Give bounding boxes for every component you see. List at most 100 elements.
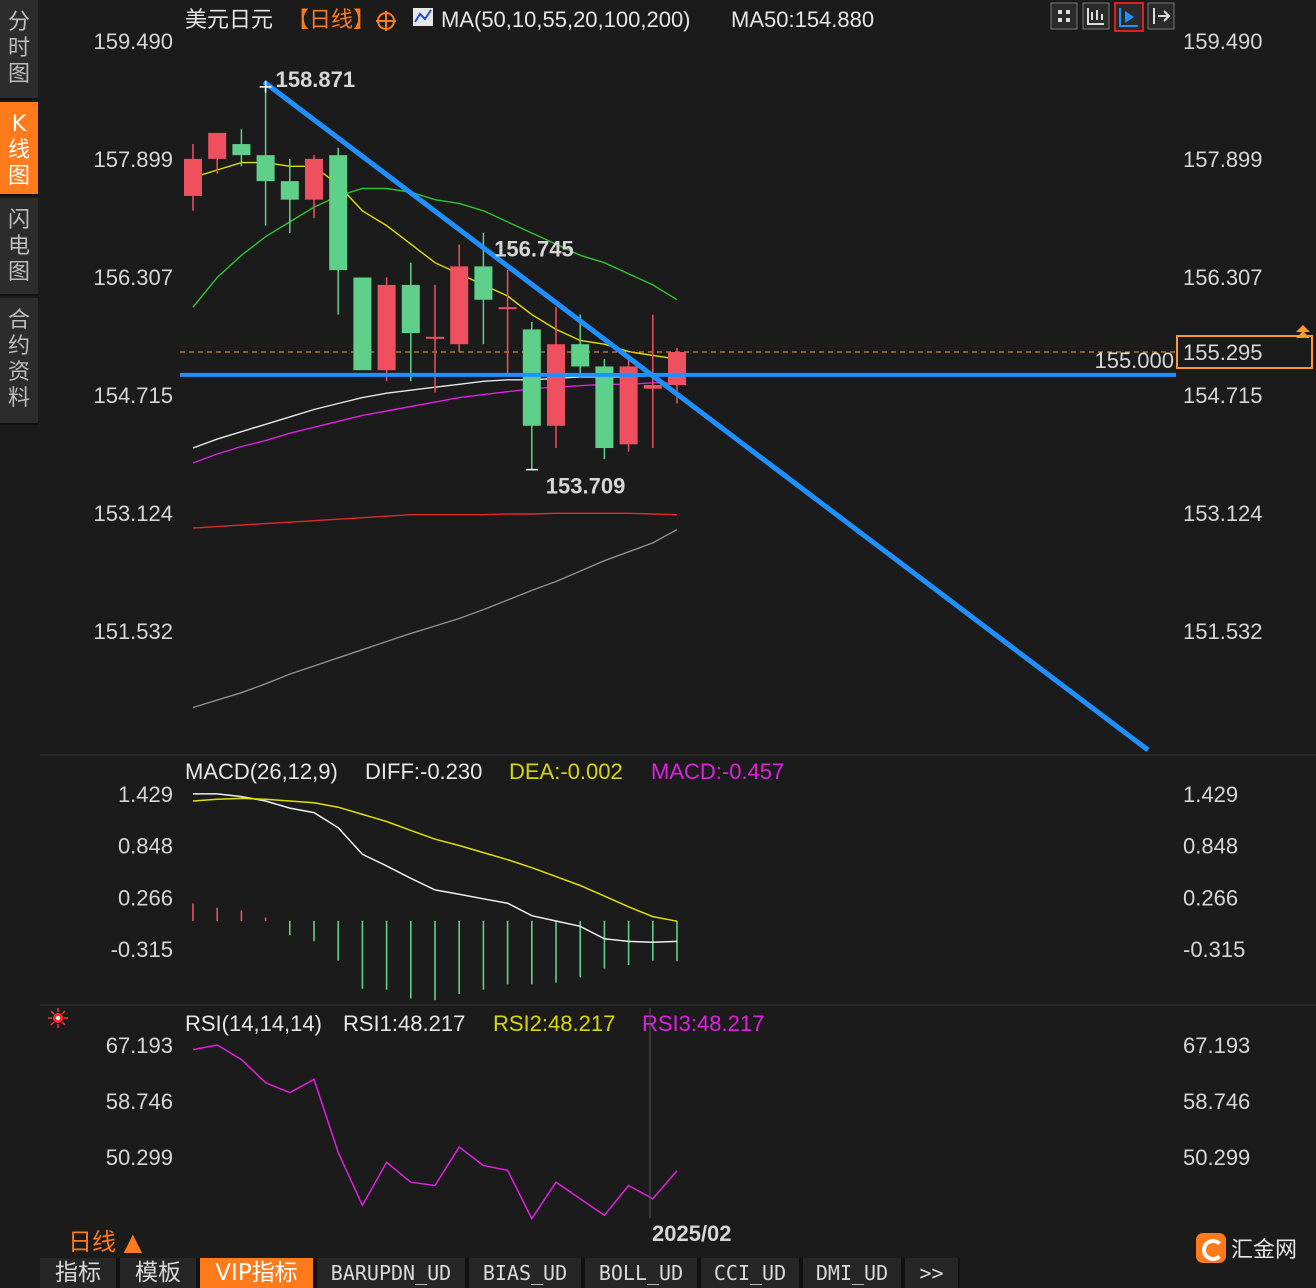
extreme-markers — [259, 80, 538, 471]
price-tick-right: 153.124 — [1183, 501, 1263, 526]
tab-more[interactable]: >> — [905, 1258, 960, 1288]
tab-dmi[interactable]: DMI_UD — [803, 1258, 903, 1288]
macd-dea-line — [192, 797, 678, 922]
candle-body — [547, 344, 565, 426]
symbol-title: 美元日元 — [185, 7, 273, 32]
candle-body — [571, 344, 590, 367]
price-tick-right: 156.307 — [1183, 265, 1263, 290]
candlesticks — [184, 86, 686, 470]
logo-icon — [1196, 1233, 1226, 1263]
macd-dea: DEA:-0.002 — [509, 759, 623, 784]
tab-template[interactable]: 模板 — [120, 1258, 198, 1288]
candle — [232, 129, 251, 167]
tab-barupdn[interactable]: BARUPDN_UD — [317, 1258, 467, 1288]
high-label: 158.871 — [276, 67, 356, 92]
rsi-label: RSI(14,14,14) — [185, 1011, 322, 1036]
candle — [184, 144, 202, 211]
period-selector[interactable]: 日线 ▲ — [68, 1222, 142, 1257]
price-tick-right: 154.715 — [1183, 383, 1263, 408]
candle-body — [232, 144, 251, 156]
candle-body — [353, 277, 372, 371]
candle — [377, 277, 396, 382]
tab-bias[interactable]: BIAS_UD — [469, 1258, 583, 1288]
rsi-axis-right: 67.193 58.746 50.299 — [1183, 1033, 1250, 1170]
rsi-line — [192, 1044, 678, 1221]
candle-body — [377, 284, 396, 371]
rsi-axis-left: 67.193 58.746 50.299 — [106, 1033, 173, 1170]
candle — [401, 262, 420, 382]
price-tick-left: 151.532 — [93, 619, 173, 644]
candle — [522, 321, 541, 470]
price-tick-left: 159.490 — [93, 29, 173, 54]
macd-tick-right: 0.848 — [1183, 834, 1238, 859]
candle — [547, 307, 565, 449]
ma50-value: MA50:154.880 — [731, 7, 874, 32]
rsi1-value: RSI1:48.217 — [343, 1011, 465, 1036]
logo-name: 汇金网 — [1231, 1238, 1298, 1263]
candle — [305, 155, 323, 219]
price-axis-left: 159.490 157.899 156.307 154.715 153.124 151.5… — [93, 29, 173, 644]
candle — [498, 270, 517, 374]
rsi-tick-left: 67.193 — [106, 1033, 173, 1058]
candle-body — [280, 181, 299, 200]
rsi3-value: RSI3:48.217 — [642, 1011, 764, 1036]
period-label: 日线 — [68, 1228, 116, 1256]
macd-tick-left: 0.266 — [118, 885, 173, 910]
candle — [280, 158, 299, 234]
brand-logo: 汇金网 — [1196, 1232, 1297, 1264]
grid-layout-icon[interactable] — [1050, 2, 1078, 30]
price-tick-right: 157.899 — [1183, 147, 1263, 172]
macd-label: MACD(26,12,9) — [185, 759, 338, 784]
candle — [256, 86, 275, 226]
chart-canvas[interactable]: 美元日元 【日线】 MA(50,10,55,20,100,200) MA50:1… — [0, 0, 1316, 1288]
macd-tick-left: -0.315 — [111, 937, 173, 962]
crosshair-toggle-icon[interactable] — [376, 11, 396, 31]
x-axis-month-label: 2025/02 — [652, 1221, 732, 1246]
candle-body — [256, 155, 275, 182]
price-tick-left: 157.899 — [93, 147, 173, 172]
downtrend-line[interactable] — [262, 80, 1150, 752]
candle-body — [184, 158, 202, 196]
toolbar — [1050, 2, 1175, 32]
ma-params: MA(50,10,55,20,100,200) — [441, 7, 691, 32]
candle-body — [305, 158, 323, 200]
current-price-value: 155.295 — [1183, 340, 1263, 365]
rsi-settings-icon[interactable] — [48, 1008, 68, 1028]
candle-body — [474, 266, 493, 300]
candle-body — [498, 307, 517, 310]
price-tick-right: 159.490 — [1183, 29, 1263, 54]
triangle-up-icon: ▲ — [123, 1228, 143, 1256]
candle-body — [595, 366, 614, 449]
macd-diff: DIFF:-0.230 — [365, 759, 482, 784]
macd-value: MACD:-0.457 — [651, 759, 784, 784]
indicator-settings-icon[interactable] — [413, 8, 433, 26]
macd-axis-right: 1.429 0.848 0.266 -0.315 — [1183, 782, 1245, 962]
rsi-tick-right: 50.299 — [1183, 1145, 1250, 1170]
tab-vip-indicator[interactable]: VIP指标 — [200, 1258, 315, 1288]
candle-body — [401, 284, 420, 334]
price-up-arrow-icon — [1296, 325, 1310, 339]
ma-line-5 — [192, 528, 678, 709]
period-tag[interactable]: 【日线】 — [287, 7, 375, 32]
tab-cci[interactable]: CCI_UD — [701, 1258, 801, 1288]
swing-high-label: 156.745 — [494, 237, 574, 262]
rsi-tick-right: 58.746 — [1183, 1089, 1250, 1114]
macd-tick-right: 0.266 — [1183, 885, 1238, 910]
candle-body — [329, 155, 348, 271]
macd-axis-left: 1.429 0.848 0.266 -0.315 — [111, 782, 173, 962]
macd-tick-right: -0.315 — [1183, 937, 1245, 962]
candle-body — [450, 266, 469, 345]
chart-mode-icon[interactable] — [1114, 2, 1144, 32]
low-label: 153.709 — [546, 474, 626, 499]
rsi-tick-left: 50.299 — [106, 1145, 173, 1170]
ma-line-4 — [192, 512, 678, 529]
tab-boll[interactable]: BOLL_UD — [585, 1258, 699, 1288]
indicator-layout-icon[interactable] — [1082, 2, 1110, 30]
tab-indicator[interactable]: 指标 — [40, 1258, 118, 1288]
shift-right-icon[interactable] — [1147, 2, 1175, 30]
candle — [329, 147, 348, 315]
support-line-label: 155.000 — [1094, 348, 1174, 373]
candle-body — [208, 132, 227, 159]
candle — [353, 277, 372, 371]
candle — [450, 244, 469, 352]
